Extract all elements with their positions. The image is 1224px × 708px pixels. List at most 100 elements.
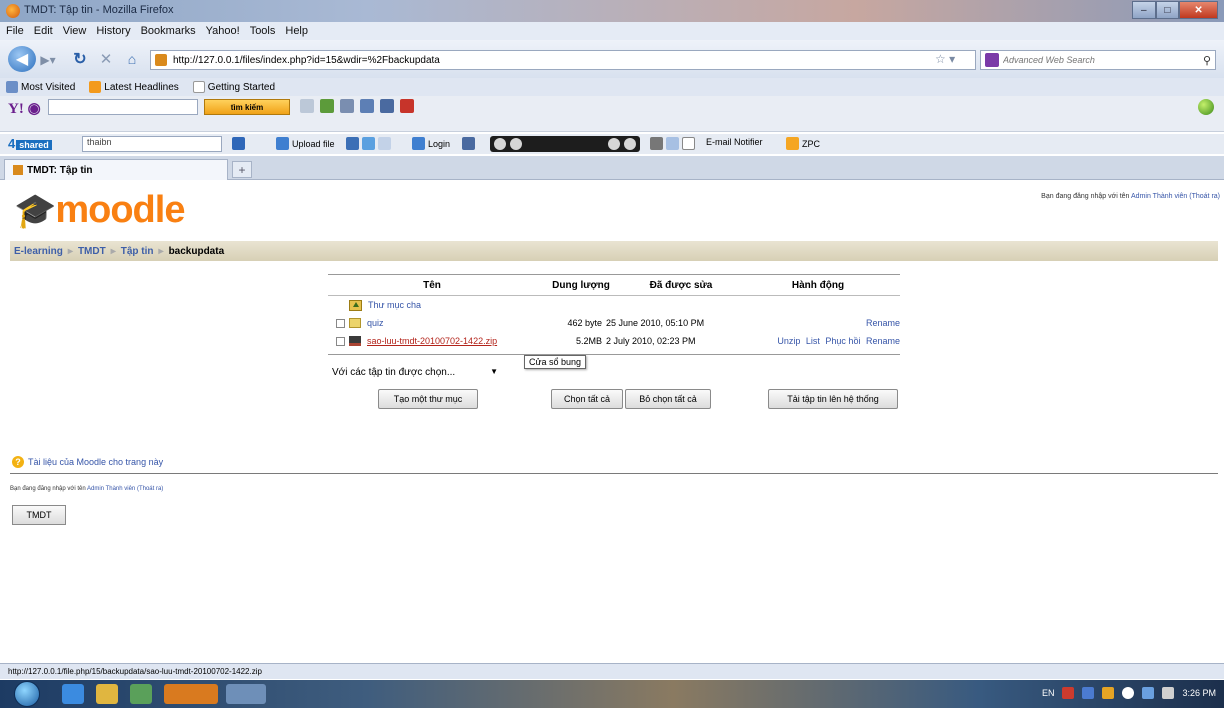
window-title: TMDT: Tập tin - Mozilla Firefox: [24, 4, 174, 16]
yahoo-logo-icon[interactable]: Y! ◉: [8, 99, 41, 118]
email-notifier-button[interactable]: E-mail Notifier: [706, 137, 763, 147]
yahoo-search-button[interactable]: tìm kiếm: [204, 99, 290, 115]
rename-link[interactable]: Rename: [866, 318, 900, 328]
app-task-icon[interactable]: [226, 684, 266, 704]
row-checkbox[interactable]: [336, 318, 345, 328]
file-name-link[interactable]: quiz: [367, 318, 384, 328]
moodle-logo[interactable]: 🎓moodle: [14, 189, 185, 232]
media-icon[interactable]: [130, 684, 152, 704]
upload-file-button[interactable]: Tải tập tin lên hệ thống: [768, 389, 898, 409]
parent-folder-link[interactable]: Thư mục cha: [368, 300, 421, 310]
most-visited-icon: [6, 81, 18, 93]
footer-logout-link[interactable]: (Thoát ra): [137, 486, 163, 492]
bookmark-most-visited[interactable]: Most Visited: [6, 81, 75, 93]
login-button[interactable]: Login: [412, 137, 450, 150]
yahoo-toolbar: Y! ◉ tìm kiếm: [0, 96, 1224, 132]
yahoo-status-icon[interactable]: [1198, 99, 1214, 115]
toolbar-messenger-icon[interactable]: [380, 99, 394, 113]
dropdown-arrow-icon: ▼: [490, 367, 498, 376]
search-input[interactable]: [1003, 55, 1183, 65]
menu-history[interactable]: History: [96, 25, 130, 37]
search-go-icon[interactable]: ⚲: [1203, 54, 1211, 67]
file-name-link[interactable]: sao-luu-tmdt-20100702-1422.zip: [367, 336, 497, 346]
page-icon: [192, 81, 205, 93]
breadcrumb-elearning[interactable]: E-learning: [14, 246, 63, 257]
maximize-button[interactable]: □: [1155, 1, 1180, 19]
shared-account-dropdown[interactable]: thaibn: [82, 136, 222, 152]
toolbar-app-icon[interactable]: [320, 99, 334, 113]
deselect-all-button[interactable]: Bỏ chọn tất cả: [625, 389, 711, 409]
yahoo-search-input[interactable]: [48, 99, 198, 115]
search-bar[interactable]: ⚲: [980, 50, 1216, 70]
ie-icon[interactable]: [62, 684, 84, 704]
new-folder-button[interactable]: Tạo một thư mục: [378, 389, 478, 409]
new-tab-button[interactable]: +: [232, 161, 252, 178]
tray-app-icon[interactable]: [1062, 687, 1075, 699]
footer-user-link[interactable]: Admin Thành viên: [87, 486, 135, 492]
yahoo-search-icon[interactable]: [985, 53, 999, 67]
4shared-logo[interactable]: 4 shared: [8, 136, 52, 151]
tab-favicon-icon: [13, 165, 23, 175]
shared-icon-2[interactable]: [346, 137, 394, 150]
breadcrumb-files[interactable]: Tập tin: [121, 246, 154, 257]
bookmark-star-icon[interactable]: ☆ ▾: [935, 52, 955, 66]
menu-tools[interactable]: Tools: [250, 25, 276, 37]
stop-icon[interactable]: ✕: [96, 49, 116, 69]
tab-tmdt-files[interactable]: TMDT: Tập tin: [4, 159, 228, 180]
media-player-bar[interactable]: [490, 136, 640, 152]
toolbar-news-icon[interactable]: [360, 99, 374, 113]
unzip-link[interactable]: Unzip: [777, 336, 800, 346]
menu-help[interactable]: Help: [285, 25, 308, 37]
menu-yahoo[interactable]: Yahoo!: [206, 25, 240, 37]
with-selected-select[interactable]: Với các tập tin được chọn... ▼: [330, 363, 502, 381]
tray-network-icon[interactable]: [1102, 687, 1115, 699]
language-indicator[interactable]: EN: [1042, 688, 1055, 698]
menu-bookmarks[interactable]: Bookmarks: [141, 25, 196, 37]
back-button[interactable]: ◀: [8, 46, 36, 72]
minimize-button[interactable]: –: [1132, 1, 1156, 19]
select-all-button[interactable]: Chọn tất cả: [551, 389, 623, 409]
close-window-button[interactable]: ✕: [1179, 1, 1218, 19]
tray-monitor-icon[interactable]: [1142, 687, 1155, 699]
start-button[interactable]: [14, 681, 40, 707]
table-row: sao-luu-tmdt-20100702-1422.zip 5.2MB 2 J…: [328, 332, 900, 350]
toolbar-alert-icon[interactable]: [400, 99, 414, 113]
menu-edit[interactable]: Edit: [34, 25, 53, 37]
volume-icon[interactable]: [1162, 687, 1175, 699]
explorer-icon[interactable]: [96, 684, 118, 704]
clock[interactable]: 3:26 PM: [1182, 688, 1216, 698]
file-modified: 25 June 2010, 05:10 PM: [606, 318, 705, 328]
reload-icon[interactable]: ↻: [70, 49, 90, 69]
address-bar[interactable]: [150, 50, 976, 70]
course-home-button[interactable]: TMDT: [12, 505, 66, 525]
url-input[interactable]: [173, 54, 793, 66]
bookmark-getting-started[interactable]: Getting Started: [192, 81, 275, 93]
header-modified: Đã được sửa: [649, 279, 713, 291]
shared-icon-1[interactable]: [232, 137, 248, 150]
toolbar-separator-icon: [300, 99, 314, 113]
status-url: http://127.0.0.1/file.php/15/backupdata/…: [8, 667, 262, 676]
moodle-docs-link[interactable]: ? Tài liệu của Moodle cho trang này: [12, 456, 163, 468]
toolbar-mail-icon[interactable]: [340, 99, 354, 113]
tray-flag-icon[interactable]: [1082, 687, 1095, 699]
shared-icon-4[interactable]: [650, 137, 698, 150]
header-user-link[interactable]: Admin Thành viên: [1131, 193, 1187, 200]
row-checkbox[interactable]: [336, 336, 345, 346]
folder-icon: [349, 318, 361, 328]
menu-file[interactable]: File: [6, 25, 24, 37]
list-link[interactable]: List: [806, 336, 820, 346]
bookmark-latest-headlines[interactable]: Latest Headlines: [89, 81, 179, 93]
forward-button[interactable]: ▶▾: [38, 51, 58, 69]
shared-icon-3[interactable]: [462, 137, 478, 150]
menu-view[interactable]: View: [63, 25, 87, 37]
zpc-button[interactable]: ZPC: [786, 137, 820, 150]
restore-link[interactable]: Phục hồi: [825, 336, 860, 346]
firefox-task-icon[interactable]: [164, 684, 218, 704]
home-icon[interactable]: ⌂: [122, 49, 142, 69]
site-favicon-icon: [155, 54, 167, 66]
upload-file-button[interactable]: Upload file: [276, 137, 335, 150]
header-logout-link[interactable]: (Thoát ra): [1189, 193, 1220, 200]
rename-link[interactable]: Rename: [866, 336, 900, 346]
tray-circle-icon[interactable]: [1122, 687, 1135, 699]
breadcrumb-tmdt[interactable]: TMDT: [78, 246, 106, 257]
